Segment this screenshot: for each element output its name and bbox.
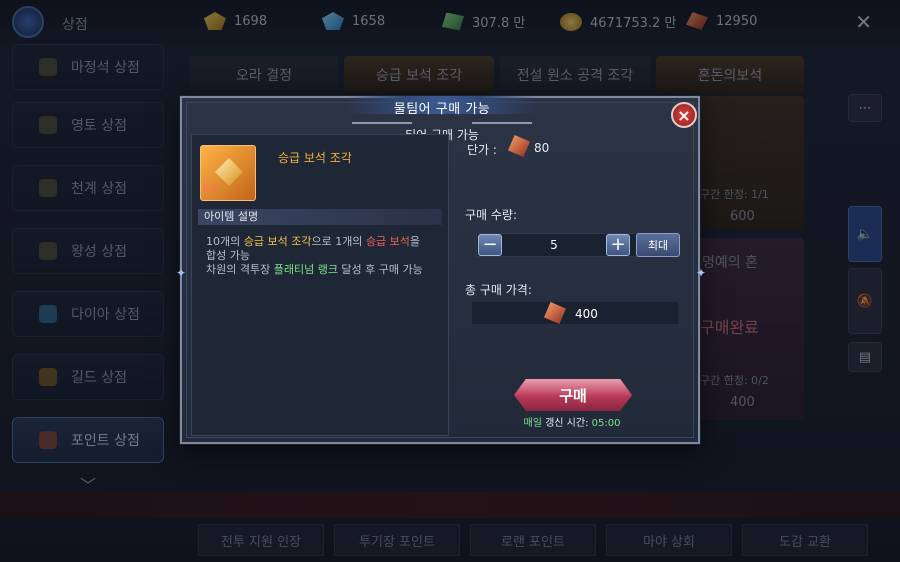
item-rarity-tag: 희귀 <box>202 184 217 193</box>
refresh-period: 매일 <box>523 418 542 429</box>
ornament-right <box>472 122 532 124</box>
max-quantity-button[interactable]: 최대 <box>636 233 680 257</box>
refresh-time-info: 매일 갱신 시간: 05:00 <box>482 414 662 429</box>
decrease-quantity-button[interactable]: − <box>478 234 502 256</box>
dialog-title: 물팀어 구매 가능 <box>393 102 491 117</box>
item-info-panel: 희귀 승급 보석 조각 아이템 설명 10개의 승급 보석 조각으로 1개의 승… <box>191 134 449 436</box>
close-icon[interactable]: × <box>671 102 697 128</box>
left-spark-icon: ✦ <box>176 266 187 280</box>
desc-text: 을 <box>409 235 421 248</box>
desc-text: 달성 후 구매 가능 <box>337 263 423 276</box>
desc-highlight-item: 승급 보석 조각 <box>243 235 312 248</box>
desc-highlight-result: 승급 보석 <box>365 235 410 248</box>
total-price-value: 400 <box>575 307 598 321</box>
item-description: 10개의 승급 보석 조각으로 1개의 승급 보석을 합성 가능 차원의 격투장… <box>206 235 442 277</box>
right-spark-icon: ✦ <box>696 266 707 280</box>
refresh-label: 갱신 시간: <box>541 418 592 429</box>
close-glyph: × <box>677 105 691 125</box>
unit-price-value: 80 <box>534 141 550 155</box>
purchase-dialog: 물팀어 구매 가능 티어 구매 가능 × ✦ ✦ 희귀 승급 보석 조각 아이템… <box>176 96 706 444</box>
refresh-time: 05:00 <box>591 418 621 429</box>
buy-button[interactable]: 구매 <box>514 379 632 411</box>
desc-text: 10개의 <box>206 235 244 248</box>
quantity-value[interactable]: 5 <box>539 238 569 252</box>
desc-highlight-rank: 플래티넘 랭크 <box>273 263 338 276</box>
item-name: 승급 보석 조각 <box>278 151 352 165</box>
quantity-label: 구매 수량: <box>465 208 518 222</box>
description-header: 아이템 설명 <box>198 209 442 225</box>
increase-quantity-button[interactable]: + <box>606 234 630 256</box>
unit-price-label: 단가 : <box>467 143 497 157</box>
ornament-left <box>352 122 412 124</box>
desc-text: 차원의 격투장 <box>206 263 274 276</box>
desc-text: 합성 가능 <box>206 249 250 262</box>
total-price-label: 총 구매 가격: <box>465 283 532 297</box>
desc-text: 으로 1개의 <box>311 235 366 248</box>
